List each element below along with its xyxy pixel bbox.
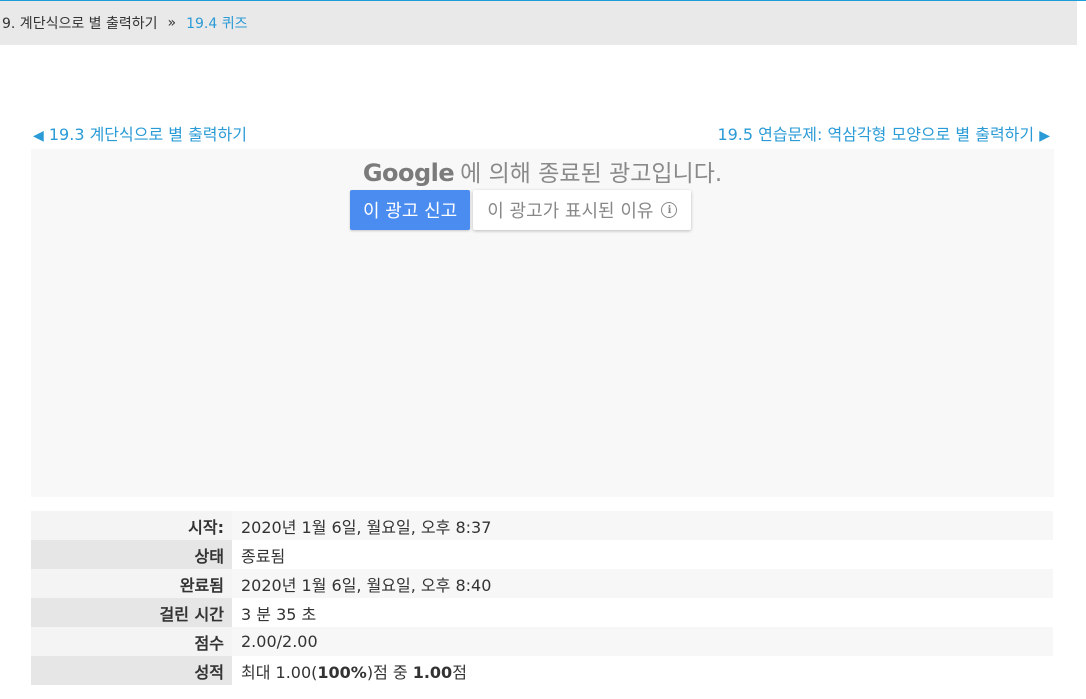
quiz-summary-table: 시작: 2020년 1월 6일, 월요일, 오후 8:37 상태 종료됨 완료됨…	[31, 511, 1053, 685]
ad-closed-message: Google 에 의해 종료된 광고입니다.	[31, 154, 1054, 188]
ad-closed-frame: Google 에 의해 종료된 광고입니다. 이 광고 신고 이 광고가 표시된 …	[31, 149, 1054, 497]
summary-row-grade: 성적 최대 1.00(100%)점 중 1.00점	[31, 656, 1053, 685]
state-value: 종료됨	[232, 540, 1053, 569]
why-this-ad-label: 이 광고가 표시된 이유	[487, 201, 654, 222]
grade-value: 최대 1.00(100%)점 중 1.00점	[232, 656, 1053, 685]
next-page-link[interactable]: 19.5 연습문제: 역삼각형 모양으로 별 출력하기 ▶	[717, 121, 1050, 145]
time-taken-value: 3 분 35 초	[232, 598, 1053, 627]
google-logo: Google	[362, 159, 455, 187]
start-label: 시작:	[31, 511, 232, 540]
summary-row-time: 걸린 시간 3 분 35 초	[31, 598, 1053, 627]
breadcrumb-parent-link[interactable]: 9. 계단식으로 별 출력하기	[0, 13, 158, 33]
state-label: 상태	[31, 540, 232, 569]
completed-value: 2020년 1월 6일, 월요일, 오후 8:40	[232, 569, 1053, 598]
grade-mid: )점 중	[366, 662, 413, 682]
grade-suffix: 점	[452, 662, 467, 682]
grade-label: 성적	[31, 656, 232, 685]
score-label: 점수	[31, 627, 232, 656]
completed-label: 완료됨	[31, 569, 232, 598]
previous-page-link[interactable]: ◀ 19.3 계단식으로 별 출력하기	[33, 121, 247, 145]
grade-score: 1.00	[412, 662, 453, 682]
breadcrumb: 9. 계단식으로 별 출력하기 » 19.4 퀴즈	[0, 1, 1077, 45]
next-page-label: 19.5 연습문제: 역삼각형 모양으로 별 출력하기	[717, 125, 1035, 144]
triangle-right-icon: ▶	[1039, 128, 1050, 144]
grade-percent: 100%	[317, 662, 367, 682]
triangle-left-icon: ◀	[33, 128, 44, 144]
ad-buttons: 이 광고 신고 이 광고가 표시된 이유 i	[350, 190, 692, 230]
ad-closed-text: 에 의해 종료된 광고입니다.	[460, 161, 723, 187]
report-ad-button[interactable]: 이 광고 신고	[350, 190, 471, 230]
summary-row-start: 시작: 2020년 1월 6일, 월요일, 오후 8:37	[31, 511, 1053, 540]
breadcrumb-separator: »	[167, 15, 177, 31]
score-value: 2.00/2.00	[232, 627, 1053, 656]
summary-row-completed: 완료됨 2020년 1월 6일, 월요일, 오후 8:40	[31, 569, 1053, 598]
grade-prefix: 최대 1.00(	[241, 662, 318, 682]
summary-row-score: 점수 2.00/2.00	[31, 627, 1053, 656]
time-taken-label: 걸린 시간	[31, 598, 232, 627]
info-icon: i	[661, 202, 678, 218]
why-this-ad-button[interactable]: 이 광고가 표시된 이유 i	[473, 190, 692, 230]
start-value: 2020년 1월 6일, 월요일, 오후 8:37	[232, 511, 1053, 540]
breadcrumb-current-link[interactable]: 19.4 퀴즈	[186, 13, 247, 33]
previous-page-label: 19.3 계단식으로 별 출력하기	[48, 125, 247, 144]
summary-row-state: 상태 종료됨	[31, 540, 1053, 569]
